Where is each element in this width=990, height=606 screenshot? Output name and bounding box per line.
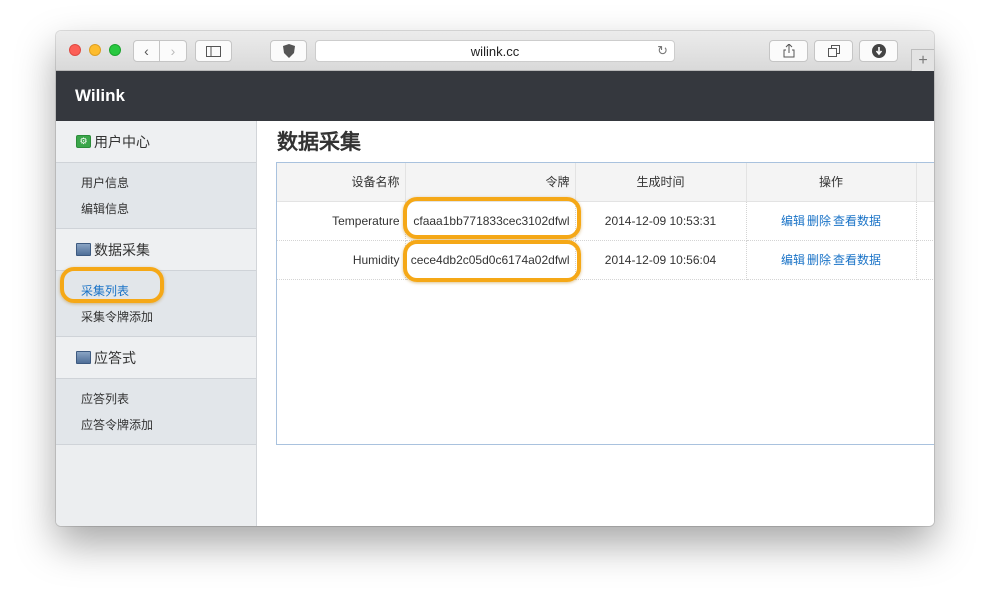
sidebar-item-edit-info[interactable]: 编辑信息 [56, 196, 256, 222]
device-name-cell: Humidity [277, 240, 406, 280]
browser-toolbar: ‹ › wilink.cc ↻ + [56, 31, 934, 71]
share-button[interactable] [769, 40, 808, 62]
sidebar-item-collection-list[interactable]: 采集列表 [56, 278, 256, 304]
sidebar-section-data-collection[interactable]: 数据采集 [56, 229, 256, 271]
column-header-spacer [916, 163, 934, 202]
chevron-right-icon: › [170, 43, 176, 59]
actions-cell: 编辑 删除 查看数据 [746, 201, 917, 241]
close-window-button[interactable] [69, 44, 81, 56]
sidebar-item-collection-token-add[interactable]: 采集令牌添加 [56, 304, 256, 330]
token-cell: cfaaa1bb771833cec3102dfwl [405, 201, 576, 241]
downloads-button[interactable] [859, 40, 898, 62]
delete-link[interactable]: 删除 [807, 253, 831, 267]
privacy-button[interactable] [270, 40, 307, 62]
column-header-token: 令牌 [405, 163, 576, 202]
site-header: Wilink [56, 71, 934, 121]
sidebar-item-response-list[interactable]: 应答列表 [56, 386, 256, 412]
spacer-cell [916, 240, 934, 280]
tabs-overview-button[interactable] [814, 40, 853, 62]
main-content: 数据采集 设备名称 令牌 生成时间 操作 Temperature cfaaa1b… [257, 121, 934, 526]
device-name-cell: Temperature [277, 201, 406, 241]
sidebar-section-user-center[interactable]: ⚙ 用户中心 [56, 121, 256, 163]
brand-logo[interactable]: Wilink [75, 86, 125, 106]
table-row: Temperature cfaaa1bb771833cec3102dfwl 20… [277, 201, 934, 241]
sidebar-section-body: 应答列表 应答令牌添加 [56, 379, 256, 445]
token-cell: cece4db2c05d0c6174a02dfwl [405, 240, 576, 280]
view-data-link[interactable]: 查看数据 [833, 214, 881, 228]
sidebar-icon [206, 45, 221, 57]
page-title: 数据采集 [277, 131, 361, 154]
section-title: 用户中心 [94, 133, 150, 150]
download-icon [871, 44, 886, 58]
spacer-cell [916, 201, 934, 241]
column-header-device-name: 设备名称 [277, 163, 406, 202]
table-header-row: 设备名称 令牌 生成时间 操作 [277, 163, 934, 202]
zoom-window-button[interactable] [109, 44, 121, 56]
tabs-icon [827, 45, 840, 57]
reload-icon[interactable]: ↻ [657, 43, 668, 59]
share-icon [783, 44, 794, 58]
edit-link[interactable]: 编辑 [781, 253, 805, 267]
column-header-created-time: 生成时间 [575, 163, 747, 202]
view-data-link[interactable]: 查看数据 [833, 253, 881, 267]
forward-button[interactable]: › [160, 40, 187, 62]
shield-icon [282, 44, 295, 58]
created-time-cell: 2014-12-09 10:56:04 [575, 240, 747, 280]
monitor-icon [76, 243, 91, 256]
browser-window: ‹ › wilink.cc ↻ + Wilink ⚙ 用户中心 用户信息 编辑信… [56, 31, 934, 526]
section-title: 应答式 [94, 349, 136, 366]
user-center-icon: ⚙ [76, 135, 91, 148]
plus-icon: + [918, 51, 928, 69]
sidebar-toggle-button[interactable] [195, 40, 232, 62]
delete-link[interactable]: 删除 [807, 214, 831, 228]
column-header-actions: 操作 [746, 163, 917, 202]
sidebar-item-user-info[interactable]: 用户信息 [56, 170, 256, 196]
address-bar[interactable]: wilink.cc ↻ [315, 40, 675, 62]
edit-link[interactable]: 编辑 [781, 214, 805, 228]
chevron-left-icon: ‹ [144, 43, 149, 59]
nav-buttons: ‹ › [133, 40, 187, 62]
table-row: Humidity cece4db2c05d0c6174a02dfwl 2014-… [277, 240, 934, 280]
url-text: wilink.cc [470, 43, 520, 59]
sidebar-item-response-token-add[interactable]: 应答令牌添加 [56, 412, 256, 438]
back-button[interactable]: ‹ [133, 40, 160, 62]
created-time-cell: 2014-12-09 10:53:31 [575, 201, 747, 241]
data-table: 设备名称 令牌 生成时间 操作 Temperature cfaaa1bb7718… [276, 162, 934, 445]
sidebar-section-body: 用户信息 编辑信息 [56, 163, 256, 229]
sidebar: ⚙ 用户中心 用户信息 编辑信息 数据采集 采集列表 采集令牌添加 应答式 应答… [56, 121, 257, 526]
sidebar-section-body: 采集列表 采集令牌添加 [56, 271, 256, 337]
new-tab-button[interactable]: + [911, 49, 934, 71]
actions-cell: 编辑 删除 查看数据 [746, 240, 917, 280]
minimize-window-button[interactable] [89, 44, 101, 56]
sidebar-section-response[interactable]: 应答式 [56, 337, 256, 379]
section-title: 数据采集 [94, 241, 150, 258]
monitor-icon [76, 351, 91, 364]
